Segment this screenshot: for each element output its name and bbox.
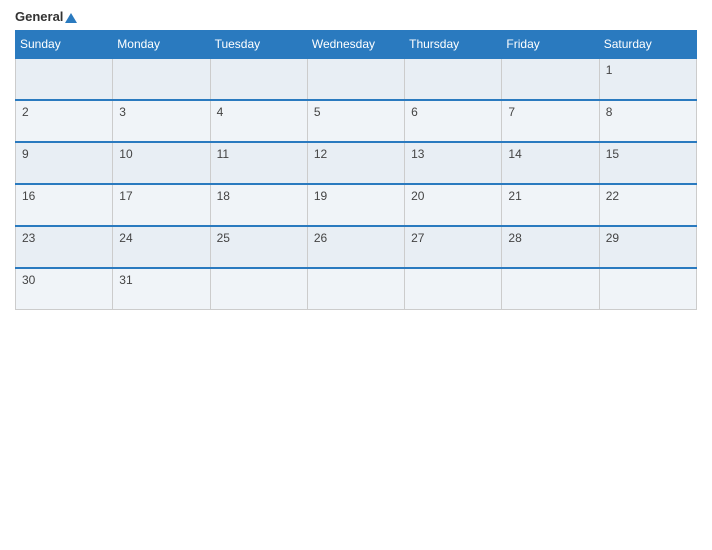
calendar-cell: 20 <box>405 184 502 226</box>
week-row-5: 3031 <box>16 268 697 310</box>
calendar-cell: 28 <box>502 226 599 268</box>
calendar-cell: 3 <box>113 100 210 142</box>
week-row-1: 2345678 <box>16 100 697 142</box>
calendar-cell <box>210 58 307 100</box>
day-header-tuesday: Tuesday <box>210 31 307 59</box>
calendar-cell: 12 <box>307 142 404 184</box>
day-header-thursday: Thursday <box>405 31 502 59</box>
calendar-table: SundayMondayTuesdayWednesdayThursdayFrid… <box>15 30 697 310</box>
calendar-cell: 31 <box>113 268 210 310</box>
calendar-cell: 18 <box>210 184 307 226</box>
calendar-cell: 26 <box>307 226 404 268</box>
calendar-cell: 9 <box>16 142 113 184</box>
calendar-cell: 8 <box>599 100 696 142</box>
day-header-wednesday: Wednesday <box>307 31 404 59</box>
calendar-cell: 2 <box>16 100 113 142</box>
week-row-0: 1 <box>16 58 697 100</box>
week-row-2: 9101112131415 <box>16 142 697 184</box>
calendar-page: General SundayMondayTuesdayWednesdayThur… <box>0 0 712 550</box>
header: General <box>15 10 697 24</box>
calendar-cell: 4 <box>210 100 307 142</box>
calendar-cell: 19 <box>307 184 404 226</box>
calendar-cell: 15 <box>599 142 696 184</box>
day-header-sunday: Sunday <box>16 31 113 59</box>
calendar-cell: 14 <box>502 142 599 184</box>
calendar-cell <box>210 268 307 310</box>
logo-general-text: General <box>15 10 77 24</box>
calendar-cell <box>405 58 502 100</box>
calendar-cell: 6 <box>405 100 502 142</box>
day-header-friday: Friday <box>502 31 599 59</box>
calendar-cell: 13 <box>405 142 502 184</box>
calendar-cell <box>113 58 210 100</box>
week-row-3: 16171819202122 <box>16 184 697 226</box>
calendar-cell: 27 <box>405 226 502 268</box>
calendar-cell: 21 <box>502 184 599 226</box>
calendar-cell <box>16 58 113 100</box>
calendar-cell: 23 <box>16 226 113 268</box>
calendar-cell: 16 <box>16 184 113 226</box>
calendar-cell: 10 <box>113 142 210 184</box>
calendar-cell <box>502 268 599 310</box>
calendar-cell <box>307 58 404 100</box>
calendar-cell: 11 <box>210 142 307 184</box>
logo-triangle-icon <box>65 13 77 23</box>
day-header-saturday: Saturday <box>599 31 696 59</box>
day-header-monday: Monday <box>113 31 210 59</box>
calendar-cell: 29 <box>599 226 696 268</box>
calendar-cell: 1 <box>599 58 696 100</box>
logo: General <box>15 10 77 24</box>
calendar-cell <box>502 58 599 100</box>
calendar-body: 1234567891011121314151617181920212223242… <box>16 58 697 310</box>
calendar-cell: 25 <box>210 226 307 268</box>
calendar-cell: 24 <box>113 226 210 268</box>
calendar-cell: 17 <box>113 184 210 226</box>
calendar-cell <box>405 268 502 310</box>
calendar-cell: 22 <box>599 184 696 226</box>
calendar-cell <box>599 268 696 310</box>
week-row-4: 23242526272829 <box>16 226 697 268</box>
days-row: SundayMondayTuesdayWednesdayThursdayFrid… <box>16 31 697 59</box>
calendar-cell <box>307 268 404 310</box>
calendar-cell: 7 <box>502 100 599 142</box>
calendar-cell: 30 <box>16 268 113 310</box>
calendar-cell: 5 <box>307 100 404 142</box>
calendar-header: SundayMondayTuesdayWednesdayThursdayFrid… <box>16 31 697 59</box>
